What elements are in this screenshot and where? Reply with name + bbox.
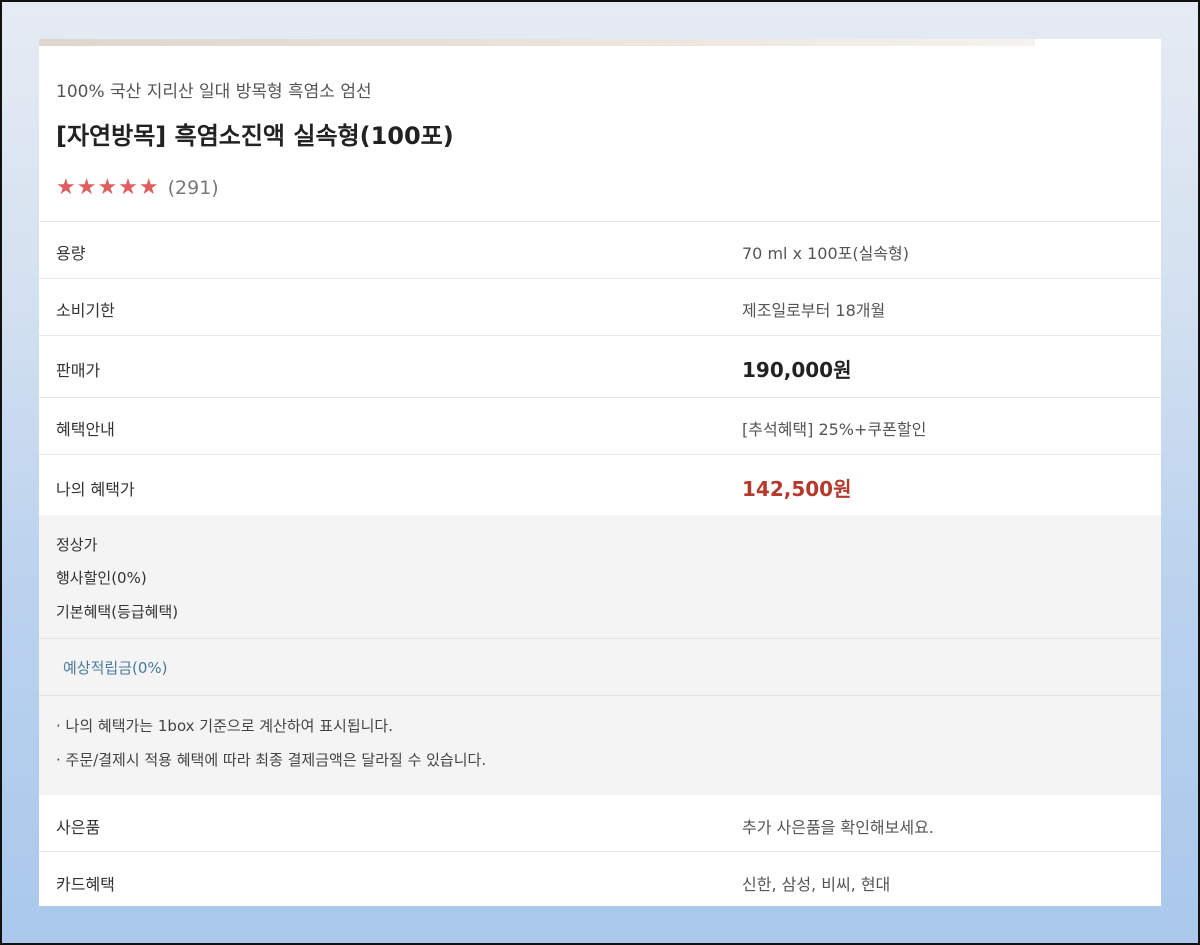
spec-row-expiry: 소비기한 제조일로부터 18개월	[39, 278, 1161, 335]
spec-label: 나의 혜택가	[56, 480, 135, 499]
spec-label: 판매가	[56, 361, 101, 380]
rating[interactable]: ★★★★★ (291)	[56, 175, 219, 200]
star-rating-icon: ★★★★★	[56, 175, 160, 200]
basic-benefit-label: 기본혜택(등급혜택)	[56, 603, 179, 621]
gift-link[interactable]: 추가 사은품을 확인해보세요.	[742, 814, 934, 838]
event-discount-label: 행사할인(0%)	[56, 569, 147, 587]
spec-row-gift: 사은품 추가 사은품을 확인해보세요.	[39, 795, 1161, 851]
spec-row-my-benefit-price: 나의 혜택가 142,500원	[39, 454, 1161, 515]
benefit-info-value: [추석혜택] 25%+쿠폰할인	[742, 420, 927, 439]
divider	[39, 638, 1161, 639]
spec-label: 카드혜택	[56, 875, 115, 894]
spec-label: 사은품	[56, 818, 101, 837]
spec-value: 70 ml x 100포(실속형)	[742, 244, 910, 263]
top-accent-line	[39, 39, 1035, 46]
sale-price: 190,000원	[742, 358, 852, 382]
divider	[39, 695, 1161, 696]
spec-row-card-benefit: 카드혜택 신한, 삼성, 비씨, 현대	[39, 851, 1161, 906]
card-benefit-value: 신한, 삼성, 비씨, 현대	[742, 875, 891, 894]
price-note: · 나의 혜택가는 1box 기준으로 계산하여 표시됩니다.	[56, 717, 394, 735]
expected-points-link[interactable]: 예상적립금(0%)	[63, 657, 168, 678]
product-info-card: 100% 국산 지리산 일대 방목형 흑염소 엄선 [자연방목] 흑염소진액 실…	[39, 39, 1161, 906]
price-note: · 주문/결제시 적용 혜택에 따라 최종 결제금액은 달라질 수 있습니다.	[56, 751, 487, 769]
spec-label: 혜택안내	[56, 420, 115, 439]
spec-row-benefit-info: 혜택안내 [추석혜택] 25%+쿠폰할인	[39, 397, 1161, 454]
product-title: [자연방목] 흑염소진액 실속형(100포)	[56, 122, 454, 150]
spec-value: 제조일로부터 18개월	[742, 301, 886, 320]
product-subtitle: 100% 국산 지리산 일대 방목형 흑염소 엄선	[56, 82, 372, 102]
review-count[interactable]: (291)	[168, 177, 219, 199]
spec-row-sale-price: 판매가 190,000원	[39, 335, 1161, 397]
spec-label: 용량	[56, 244, 86, 263]
spec-row-volume: 용량 70 ml x 100포(실속형)	[39, 221, 1161, 278]
spec-label: 소비기한	[56, 301, 115, 320]
price-detail-panel: 정상가 행사할인(0%) 기본혜택(등급혜택) 예상적립금(0%) · 나의 혜…	[39, 515, 1161, 795]
regular-price-label: 정상가	[56, 536, 98, 554]
my-benefit-price: 142,500원	[742, 477, 852, 501]
